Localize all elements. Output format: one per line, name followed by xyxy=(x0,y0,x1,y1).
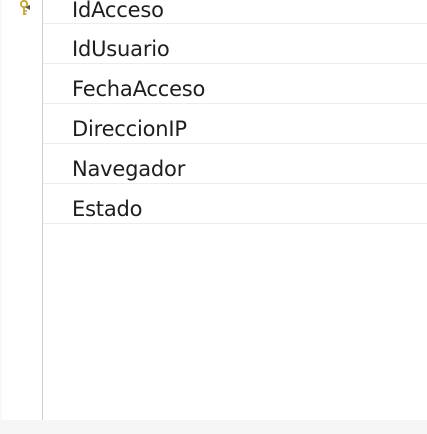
column-row[interactable]: IdUsuario xyxy=(43,24,427,64)
row-selector-column[interactable]: ◂ xyxy=(3,0,43,420)
column-name: Navegador xyxy=(72,157,186,181)
column-list: IdAcceso IdUsuario FechaAcceso Direccion… xyxy=(43,0,427,224)
column-row[interactable]: IdAcceso xyxy=(43,0,427,24)
column-name: IdUsuario xyxy=(72,37,170,61)
column-row[interactable]: DireccionIP xyxy=(43,104,427,144)
primary-key-icon xyxy=(19,0,29,15)
column-name: IdAcceso xyxy=(72,0,164,22)
column-row[interactable]: Estado xyxy=(43,184,427,224)
column-name: DireccionIP xyxy=(72,117,187,141)
horizontal-scrollbar[interactable] xyxy=(0,420,427,434)
column-row[interactable]: Navegador xyxy=(43,144,427,184)
column-row[interactable]: FechaAcceso xyxy=(43,64,427,104)
table-designer: ◂ IdAcceso IdUsuario FechaAcceso Direcci… xyxy=(0,0,427,434)
column-name: FechaAcceso xyxy=(72,77,206,101)
column-name: Estado xyxy=(72,197,143,221)
